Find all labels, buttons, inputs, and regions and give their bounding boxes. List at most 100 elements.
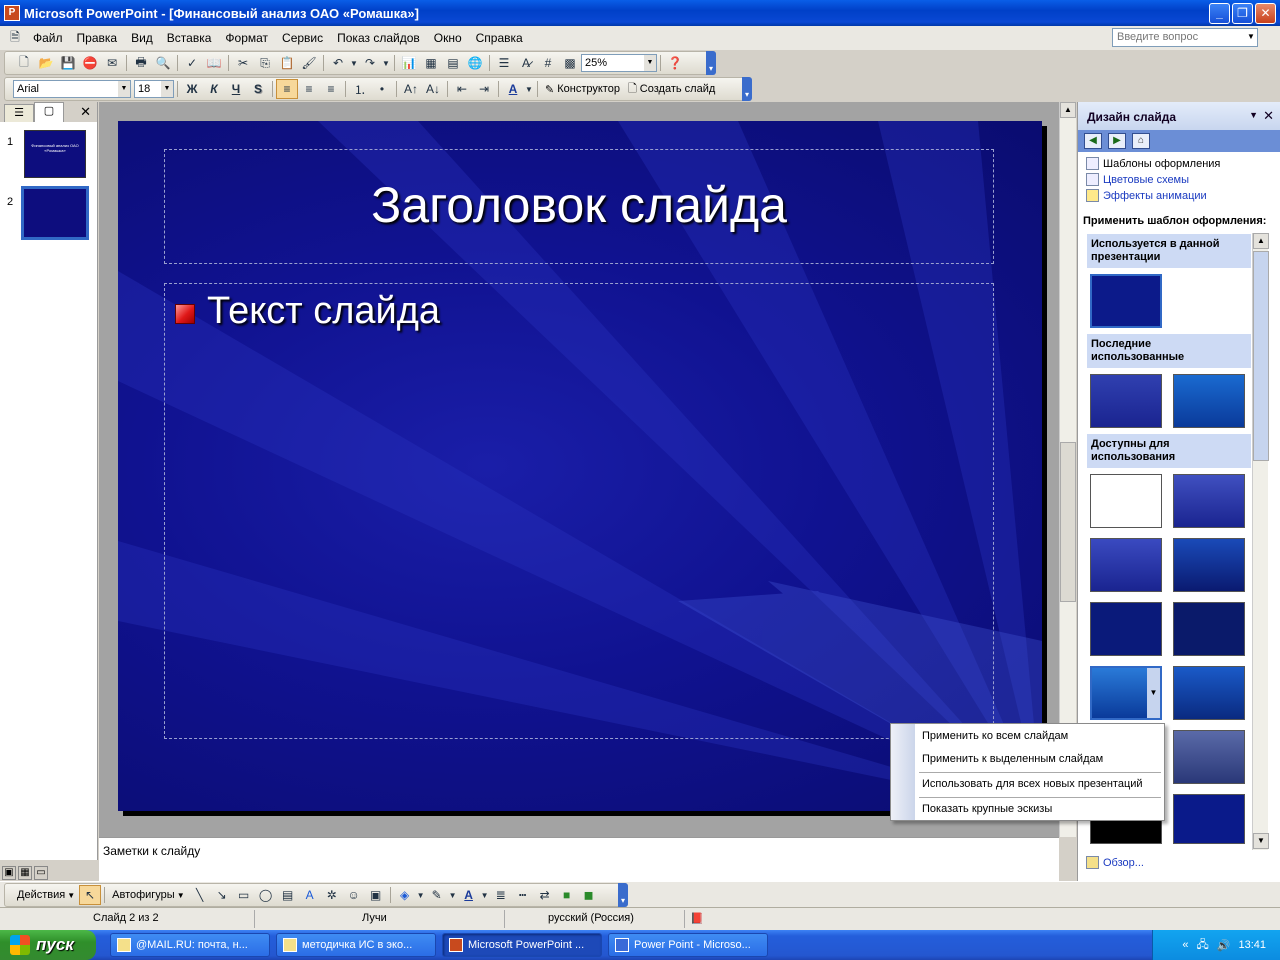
save-icon[interactable]: 💾	[57, 53, 79, 73]
tab-slides[interactable]: ▢	[34, 102, 64, 122]
menu-view[interactable]: Вид	[124, 31, 160, 45]
open-icon[interactable]: 📂	[35, 53, 57, 73]
shadow-button[interactable]: S	[247, 79, 269, 99]
fill-color-icon[interactable]: ◈	[394, 885, 416, 905]
template-available-7[interactable]: ▼	[1090, 666, 1162, 720]
hyperlink-icon[interactable]: 🌐	[464, 53, 486, 73]
ask-question-input[interactable]: Введите вопрос	[1112, 28, 1258, 47]
spelling-icon[interactable]: ✓	[181, 53, 203, 73]
menu-window[interactable]: Окно	[427, 31, 469, 45]
3d-style-icon[interactable]: ◼	[578, 885, 600, 905]
menu-help[interactable]: Справка	[469, 31, 530, 45]
arrow-icon[interactable]: ↘	[211, 885, 233, 905]
font-color-dropdown-icon[interactable]: ▼	[524, 79, 534, 99]
decrease-font-icon[interactable]: A↓	[422, 79, 444, 99]
chevron-down-icon[interactable]: ▼	[644, 55, 656, 71]
align-right-icon[interactable]: ≡	[320, 79, 342, 99]
select-arrow-icon[interactable]: ↖	[79, 885, 102, 905]
volume-icon[interactable]: 🔊	[1217, 939, 1231, 952]
insert-chart-icon[interactable]: 📊	[398, 53, 420, 73]
menu-slideshow[interactable]: Показ слайдов	[330, 31, 427, 45]
template-recent-2[interactable]	[1173, 374, 1245, 428]
menu-file[interactable]: Файл	[26, 31, 70, 45]
numbering-icon[interactable]: ⒈	[349, 79, 371, 99]
chevron-down-icon[interactable]: ▼	[118, 81, 130, 97]
designer-button[interactable]: ✎ Конструктор	[541, 79, 624, 99]
expand-all-icon[interactable]: ☰	[493, 53, 515, 73]
show-formatting-icon[interactable]: A̷	[515, 53, 537, 73]
redo-dropdown-icon[interactable]: ▼	[381, 53, 391, 73]
template-available-5[interactable]	[1090, 602, 1162, 656]
link-color-schemes[interactable]: Цветовые схемы	[1086, 173, 1189, 186]
template-available-8[interactable]	[1173, 666, 1245, 720]
minimize-button[interactable]: _	[1209, 3, 1230, 24]
color-grayscale-icon[interactable]: ▩	[559, 53, 581, 73]
insert-table-icon[interactable]: ▦	[420, 53, 442, 73]
link-design-templates[interactable]: Шаблоны оформления	[1086, 157, 1220, 170]
notes-pane[interactable]: Заметки к слайду	[99, 837, 1059, 881]
font-size-combo[interactable]: 18 ▼	[134, 80, 174, 98]
oval-icon[interactable]: ◯	[255, 885, 277, 905]
cut-icon[interactable]: ✂	[232, 53, 254, 73]
bullets-icon[interactable]: •	[371, 79, 393, 99]
scroll-down-icon[interactable]: ▼	[1253, 833, 1269, 849]
show-grid-icon[interactable]: #	[537, 53, 559, 73]
template-available-1[interactable]	[1090, 474, 1162, 528]
chevron-down-icon[interactable]: ▼	[161, 81, 173, 97]
spelling-status-icon[interactable]: 📕	[690, 912, 704, 925]
close-icon[interactable]: ✕	[80, 104, 91, 120]
chevron-down-icon[interactable]: ▼	[1147, 668, 1160, 718]
undo-icon[interactable]: ↶	[327, 53, 349, 73]
line-color-icon[interactable]: ✎	[426, 885, 448, 905]
home-icon[interactable]: ⌂	[1132, 133, 1150, 149]
diagram-icon[interactable]: ✲	[321, 885, 343, 905]
email-icon[interactable]: ✉	[101, 53, 123, 73]
increase-font-icon[interactable]: A↑	[400, 79, 422, 99]
menu-apply-all[interactable]: Применить ко всем слайдам	[922, 730, 1068, 742]
task-word[interactable]: Power Point - Microso...	[608, 933, 768, 957]
research-icon[interactable]: 📖	[203, 53, 225, 73]
clipart-icon[interactable]: ☺	[343, 885, 365, 905]
template-available-6[interactable]	[1173, 602, 1245, 656]
forward-icon[interactable]: ▶	[1108, 133, 1126, 149]
bold-button[interactable]: Ж	[181, 79, 203, 99]
scroll-thumb[interactable]	[1253, 251, 1269, 461]
actions-menu[interactable]: Действия ▼	[13, 885, 79, 905]
toolbar-options-icon[interactable]: ▾	[706, 51, 716, 75]
browse-link[interactable]: Обзор...	[1086, 856, 1144, 869]
chevron-down-icon[interactable]: ▼	[1249, 110, 1258, 120]
template-current[interactable]	[1090, 274, 1162, 328]
close-button[interactable]: ✕	[1255, 3, 1276, 24]
new-icon[interactable]: 🗋	[13, 53, 35, 73]
textbox-icon[interactable]: ▤	[277, 885, 299, 905]
shadow-style-icon[interactable]: ■	[556, 885, 578, 905]
arrow-style-icon[interactable]: ⇄	[534, 885, 556, 905]
menu-apply-selected[interactable]: Применить к выделенным слайдам	[922, 753, 1103, 765]
scroll-thumb[interactable]	[1060, 442, 1076, 602]
permission-icon[interactable]: ⛔	[79, 53, 101, 73]
rectangle-icon[interactable]: ▭	[233, 885, 255, 905]
task-pane-scrollbar[interactable]: ▲ ▼	[1252, 233, 1269, 850]
line-color-dropdown-icon[interactable]: ▼	[448, 885, 458, 905]
task-folder[interactable]: методичка ИС в эко...	[276, 933, 436, 957]
fill-dropdown-icon[interactable]: ▼	[416, 885, 426, 905]
zoom-combo[interactable]: 25% ▼	[581, 54, 657, 72]
clock[interactable]: 13:41	[1238, 939, 1266, 951]
help-icon[interactable]: ❓	[664, 53, 686, 73]
align-left-icon[interactable]: ≡	[276, 79, 298, 99]
align-center-icon[interactable]: ≡	[298, 79, 320, 99]
copy-icon[interactable]: ⎘	[254, 53, 276, 73]
template-recent-1[interactable]	[1090, 374, 1162, 428]
menu-tools[interactable]: Сервис	[275, 31, 330, 45]
title-placeholder[interactable]: Заголовок слайда	[164, 149, 994, 264]
print-icon[interactable]: 🖶	[130, 53, 152, 73]
redo-icon[interactable]: ↷	[359, 53, 381, 73]
menu-large-previews[interactable]: Показать крупные эскизы	[922, 803, 1052, 815]
line-icon[interactable]: ╲	[189, 885, 211, 905]
document-icon[interactable]: 🗎	[4, 28, 26, 48]
scroll-up-icon[interactable]: ▲	[1253, 233, 1269, 249]
italic-button[interactable]: К	[203, 79, 225, 99]
menu-format[interactable]: Формат	[218, 31, 275, 45]
tab-outline[interactable]: ☰	[4, 104, 34, 122]
template-available-3[interactable]	[1090, 538, 1162, 592]
